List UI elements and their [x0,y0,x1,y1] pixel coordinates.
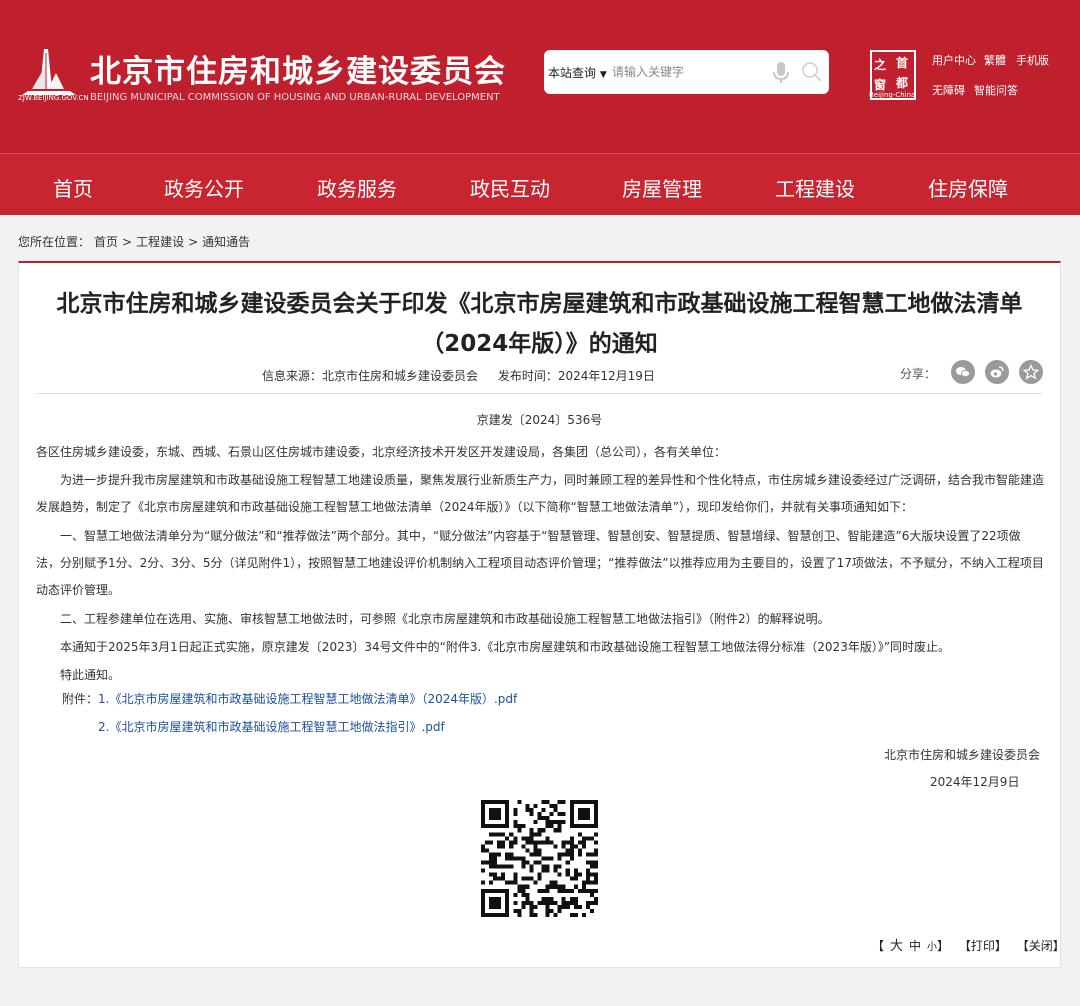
sign-date: 2024年12月9日 [930,775,1020,789]
close-window-button[interactable]: 【关闭】 [1017,939,1065,953]
nav-item-construction[interactable]: 工程建设 [775,173,855,202]
font-size-large-button[interactable]: 大 [890,939,903,954]
paragraph-5: 特此通知。 [60,668,121,682]
search-icon[interactable] [801,61,823,83]
emblem-caption: Beijing-China [869,91,916,99]
user-center-link[interactable]: 用户中心 [932,52,976,68]
nav-item-housing-security[interactable]: 住房保障 [928,173,1008,202]
search-scope-select[interactable]: 本站查询 ▼ [548,64,607,81]
traditional-chinese-link[interactable]: 繁體 [984,52,1006,68]
nav-item-housing-management[interactable]: 房屋管理 [622,173,702,202]
search-input[interactable] [612,58,762,86]
logo-url-text: ZJW.BEIJING.GOV.CN [18,94,89,102]
site-header: ZJW.BEIJING.GOV.CN 北京市住房和城乡建设委员会 BEIJING… [0,0,1080,153]
site-subtitle: BEIJING MUNICIPAL COMMISSION OF HOUSING … [90,92,500,103]
document-number: 京建发〔2024〕536号 [476,413,603,427]
breadcrumb-construction[interactable]: 工程建设 [136,235,184,249]
qr-code-icon [481,800,598,917]
attachment-link-2[interactable]: 2.《北京市房屋建筑和市政基础设施工程智慧工地做法指引》.pdf [98,718,445,735]
page-tools: 【大中小】 【打印】 【关闭】 [872,939,1065,954]
chevron-down-icon: ▼ [599,70,607,80]
share-weibo-button[interactable] [985,360,1009,384]
smart-qa-link[interactable]: 智能问答 [974,82,1018,98]
share-wechat-button[interactable] [951,360,975,384]
title-divider [36,393,1042,394]
signer: 北京市住房和城乡建设委员会 [884,748,1041,762]
paragraph-4: 本通知于2025年3月1日起正式实施，原京建发〔2023〕34号文件中的“附件3… [60,640,951,654]
font-size-medium-button[interactable]: 中 [909,939,921,953]
article-source: 信息来源：北京市住房和城乡建设委员会 [262,369,479,383]
attachment-link-1[interactable]: 1.《北京市房屋建筑和市政基础设施工程智慧工地做法清单》（2024年版）.pdf [98,690,517,707]
paragraph-3: 二、工程参建单位在选用、实施、审核智慧工地做法时，可参照《北京市房屋建筑和市政基… [60,612,830,626]
share-label: 分享： [900,367,937,381]
nav-item-interaction[interactable]: 政民互动 [470,173,550,202]
attachments-label: 附件： [62,692,99,706]
main-nav: 首页 政务公开 政务服务 政民互动 房屋管理 工程建设 住房保障 [0,153,1080,215]
article-meta: 信息来源：北京市住房和城乡建设委员会 发布时间：2024年12月19日 [262,367,671,384]
breadcrumb-notices[interactable]: 通知通告 [202,235,250,249]
site-title[interactable]: 北京市住房和城乡建设委员会 [90,46,506,91]
article-title: 北京市住房和城乡建设委员会关于印发《北京市房屋建筑和市政基础设施工程智慧工地做法… [56,291,1023,357]
breadcrumb: 您所在位置： 首页 > 工程建设 > 通知通告 [18,235,251,249]
recipients: 各区住房城乡建设委，东城、西城、石景山区住房城市建设委，北京经济技术开发区开发建… [36,445,727,459]
wechat-icon [956,367,970,378]
article-publish-date: 发布时间：2024年12月19日 [497,369,655,383]
microphone-icon[interactable] [772,61,790,85]
accessibility-link[interactable]: 无障碍 [932,82,965,98]
font-size-small-button[interactable]: 小 [927,942,937,953]
star-icon [1023,364,1039,380]
weibo-icon [990,366,1004,378]
paragraph-2: 一、智慧工地做法清单分为“赋分做法”和“推荐做法”两个部分。其中，“赋分做法”内… [36,529,1044,597]
nav-item-home[interactable]: 首页 [53,173,93,202]
nav-item-gov-affairs-open[interactable]: 政务公开 [164,173,244,202]
share-favorite-button[interactable] [1019,360,1043,384]
nav-item-gov-services[interactable]: 政务服务 [317,173,397,202]
breadcrumb-home[interactable]: 首页 [94,235,118,249]
paragraph-1: 为进一步提升我市房屋建筑和市政基础设施工程智慧工地建设质量，聚焦发展行业新质生产… [36,473,1045,514]
print-button[interactable]: 【打印】 [959,939,1007,953]
mobile-version-link[interactable]: 手机版 [1016,52,1049,68]
